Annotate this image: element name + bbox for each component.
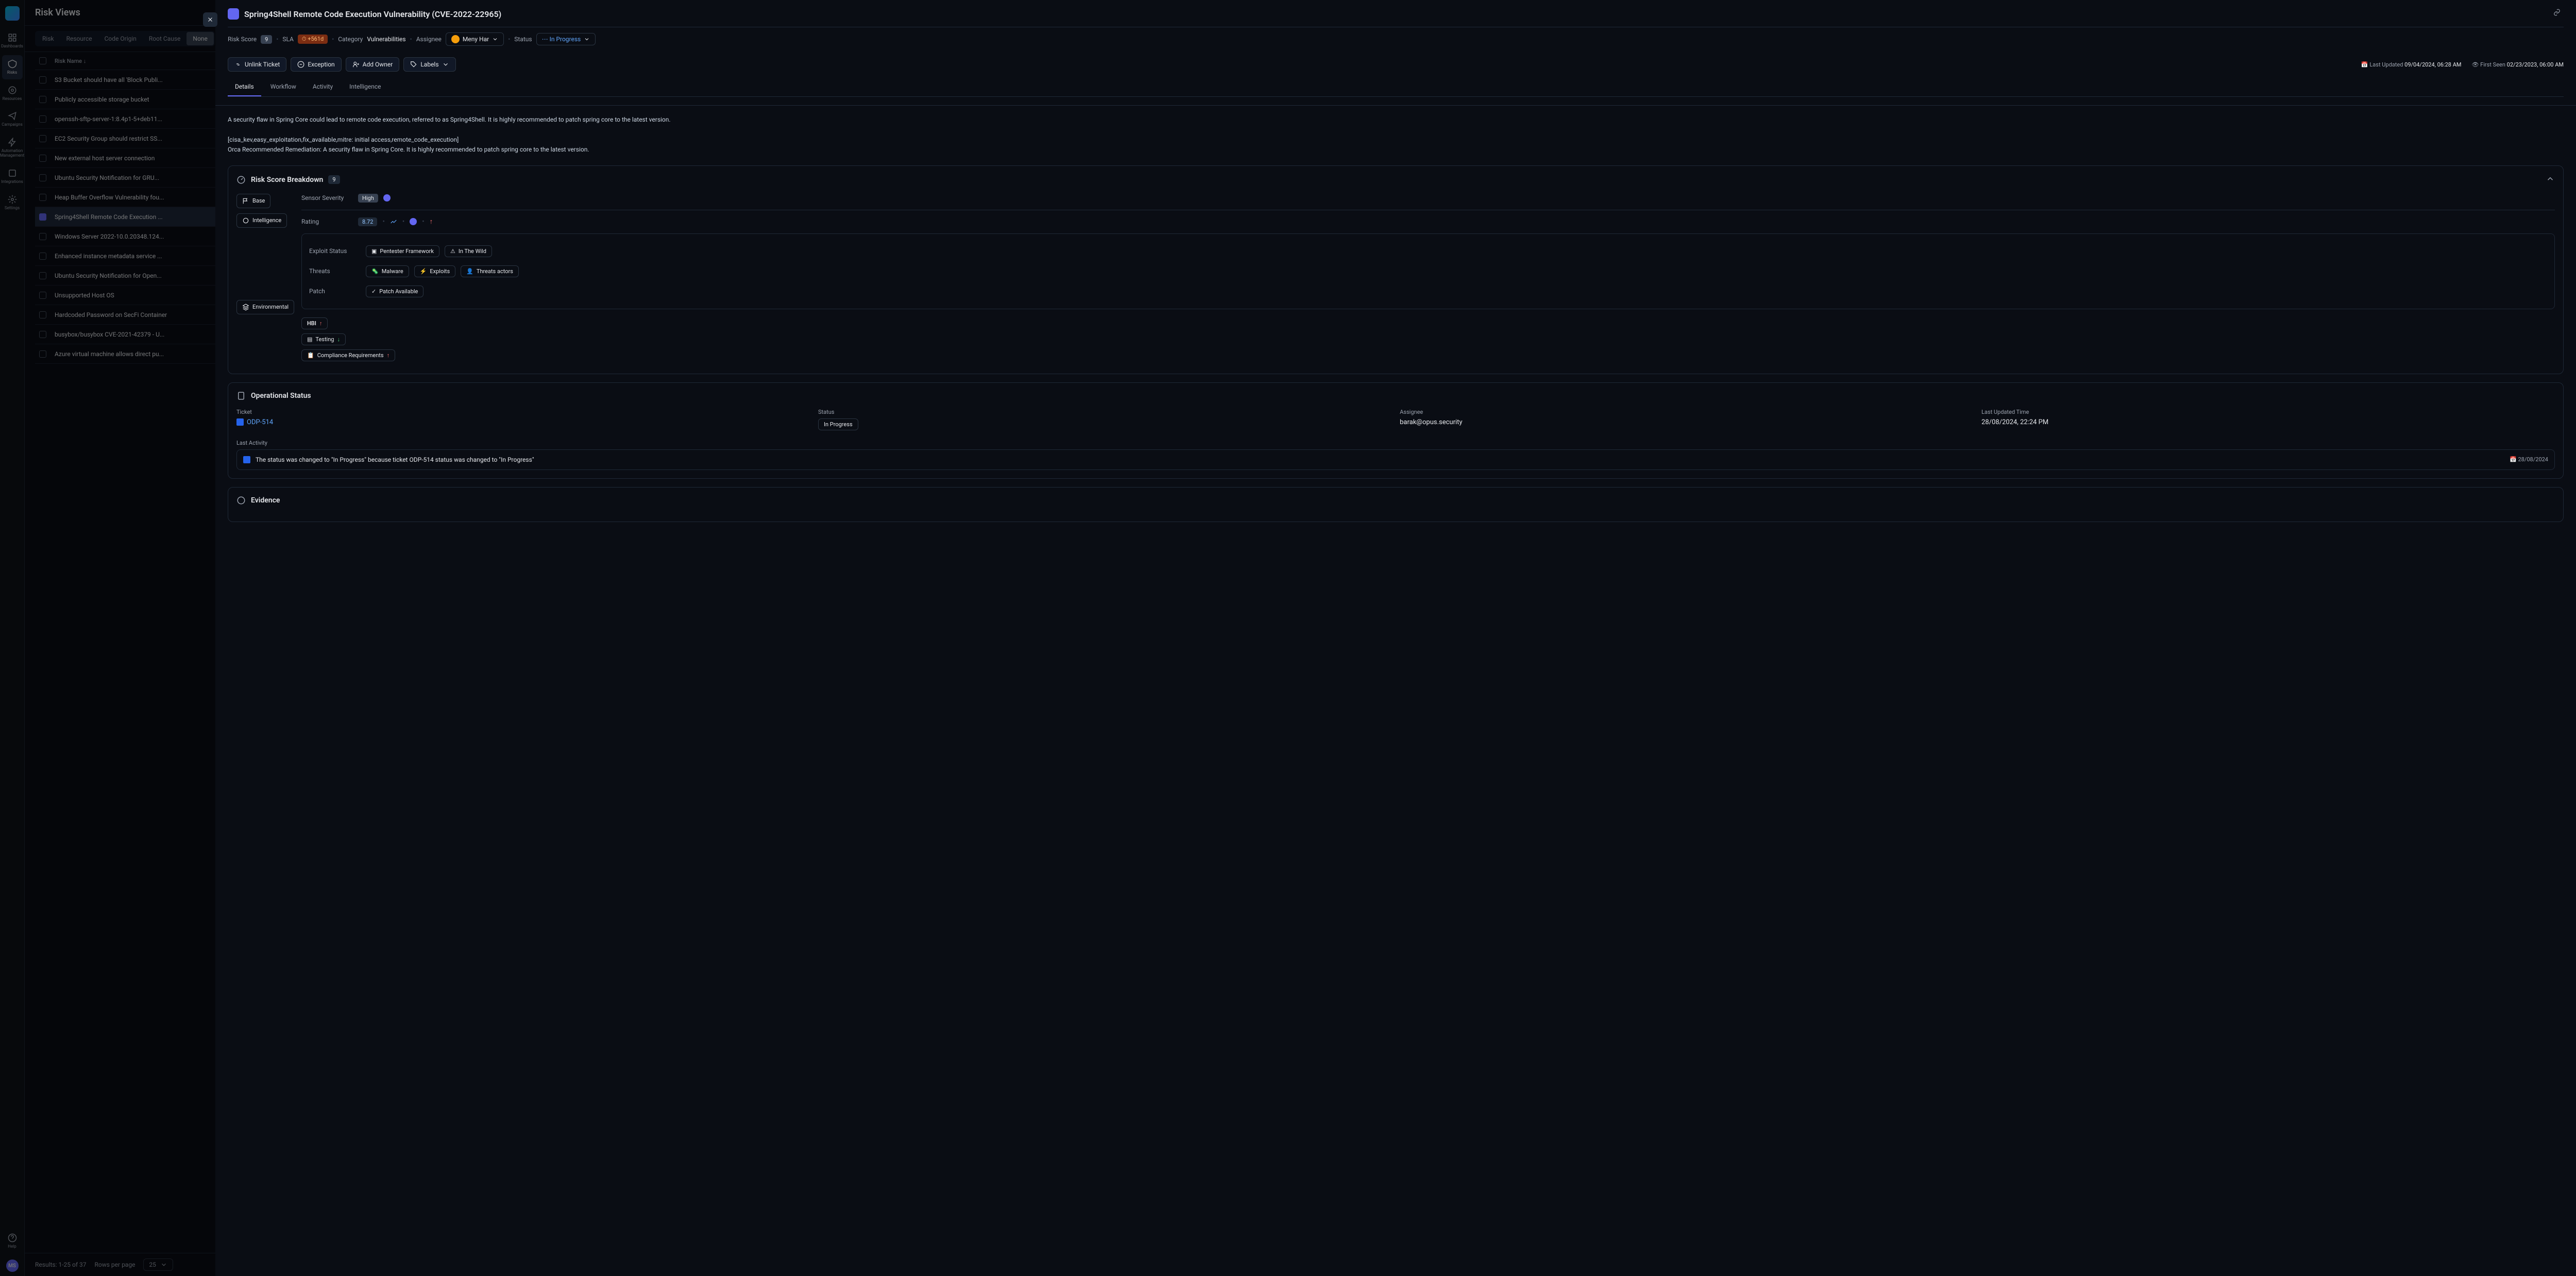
- source-icon: [228, 8, 239, 20]
- tag-in-wild: ⚠ In The Wild: [445, 245, 492, 257]
- jira-icon: [236, 418, 244, 426]
- hbi-pill: HBI ↑: [301, 317, 328, 329]
- chevron-down-icon: [584, 36, 590, 42]
- trending-up-icon: [390, 218, 397, 225]
- intelligence-pill: Intelligence: [236, 213, 287, 228]
- tag-exploits: ⚡ Exploits: [414, 265, 456, 277]
- close-icon: [207, 16, 214, 23]
- tag-patch-available: ✓ Patch Available: [366, 286, 423, 297]
- description-p1: A security flaw in Spring Core could lea…: [228, 115, 2564, 125]
- arrow-up-icon: ↑: [430, 217, 433, 226]
- first-seen: 👁 First Seen 02/23/2023, 06:00 AM: [2471, 61, 2564, 68]
- clipboard-icon: [236, 391, 246, 400]
- arrow-up-icon: ↑: [387, 352, 390, 359]
- ops-updated: 28/08/2024, 22:24 PM: [1981, 418, 2555, 426]
- add-owner-button[interactable]: Add Owner: [346, 57, 400, 72]
- orca-icon: [383, 194, 391, 202]
- ops-assignee: barak@opus.security: [1400, 418, 1973, 426]
- source-orb-icon: [410, 218, 417, 225]
- evidence-icon: [236, 496, 246, 505]
- tab-details[interactable]: Details: [228, 78, 261, 96]
- gauge-icon: [236, 175, 246, 184]
- compliance-pill: 📋 Compliance Requirements ↑: [301, 349, 395, 361]
- close-panel-button[interactable]: [203, 12, 217, 27]
- layers-icon: [242, 304, 249, 311]
- activity-row: The status was changed to "In Progress" …: [236, 449, 2555, 470]
- unlink-ticket-button[interactable]: Unlink Ticket: [228, 57, 286, 72]
- flag-icon: [242, 197, 249, 205]
- description-p2: [cisa_kev,easy_exploitation,fix_availabl…: [228, 135, 2564, 155]
- operational-status-card: Operational Status Ticket ODP-514 Status…: [228, 382, 2564, 479]
- evidence-card: Evidence: [228, 487, 2564, 522]
- assignee-dropdown[interactable]: Meny Har: [446, 32, 504, 46]
- jira-icon: [243, 456, 250, 463]
- arrow-up-icon: ↑: [319, 320, 323, 327]
- chevron-down-icon: [442, 61, 449, 68]
- environmental-pill: Environmental: [236, 300, 294, 314]
- testing-pill: ▤ Testing ↓: [301, 333, 346, 345]
- tab-workflow[interactable]: Workflow: [263, 78, 303, 96]
- rating-value: 8.72: [358, 217, 377, 226]
- ticket-link[interactable]: ODP-514: [236, 418, 273, 426]
- panel-title: Spring4Shell Remote Code Execution Vulne…: [244, 9, 501, 19]
- sla-badge: ⏱ +561d: [298, 35, 328, 44]
- chevron-down-icon: [492, 36, 498, 42]
- detail-panel: Spring4Shell Remote Code Execution Vulne…: [215, 0, 2576, 1276]
- unlink-icon: [234, 61, 242, 68]
- tab-intelligence[interactable]: Intelligence: [342, 78, 388, 96]
- tag-threat-actors: 👤 Threats actors: [461, 265, 519, 277]
- risk-score-badge: 9: [261, 35, 272, 44]
- breakdown-score: 9: [328, 175, 340, 184]
- copy-link-button[interactable]: [2553, 9, 2564, 19]
- brain-icon: [242, 217, 249, 224]
- tag-pentester: ▣ Pentester Framework: [366, 245, 439, 257]
- user-plus-icon: [352, 61, 360, 68]
- collapse-button[interactable]: [2546, 174, 2555, 186]
- ops-status: In Progress: [818, 418, 858, 430]
- tag-icon: [410, 61, 417, 68]
- chevron-up-icon: [2546, 174, 2555, 183]
- tab-activity[interactable]: Activity: [306, 78, 340, 96]
- status-dropdown[interactable]: ⋯ In Progress: [536, 33, 596, 45]
- exception-button[interactable]: Exception: [291, 57, 341, 72]
- severity-badge: High: [358, 194, 378, 203]
- risk-breakdown-card: Risk Score Breakdown 9 Base Intelligence…: [228, 165, 2564, 374]
- tag-malware: 🦠 Malware: [366, 265, 409, 277]
- last-updated: 📅 Last Updated 09/04/2024, 06:28 AM: [2361, 61, 2462, 68]
- category-value: Vulnerabilities: [367, 36, 405, 43]
- exception-icon: [297, 61, 304, 68]
- base-pill: Base: [236, 194, 270, 208]
- labels-button[interactable]: Labels: [403, 57, 455, 72]
- avatar-icon: [451, 35, 460, 43]
- arrow-down-icon: ↓: [337, 336, 340, 343]
- link-icon: [2553, 9, 2561, 16]
